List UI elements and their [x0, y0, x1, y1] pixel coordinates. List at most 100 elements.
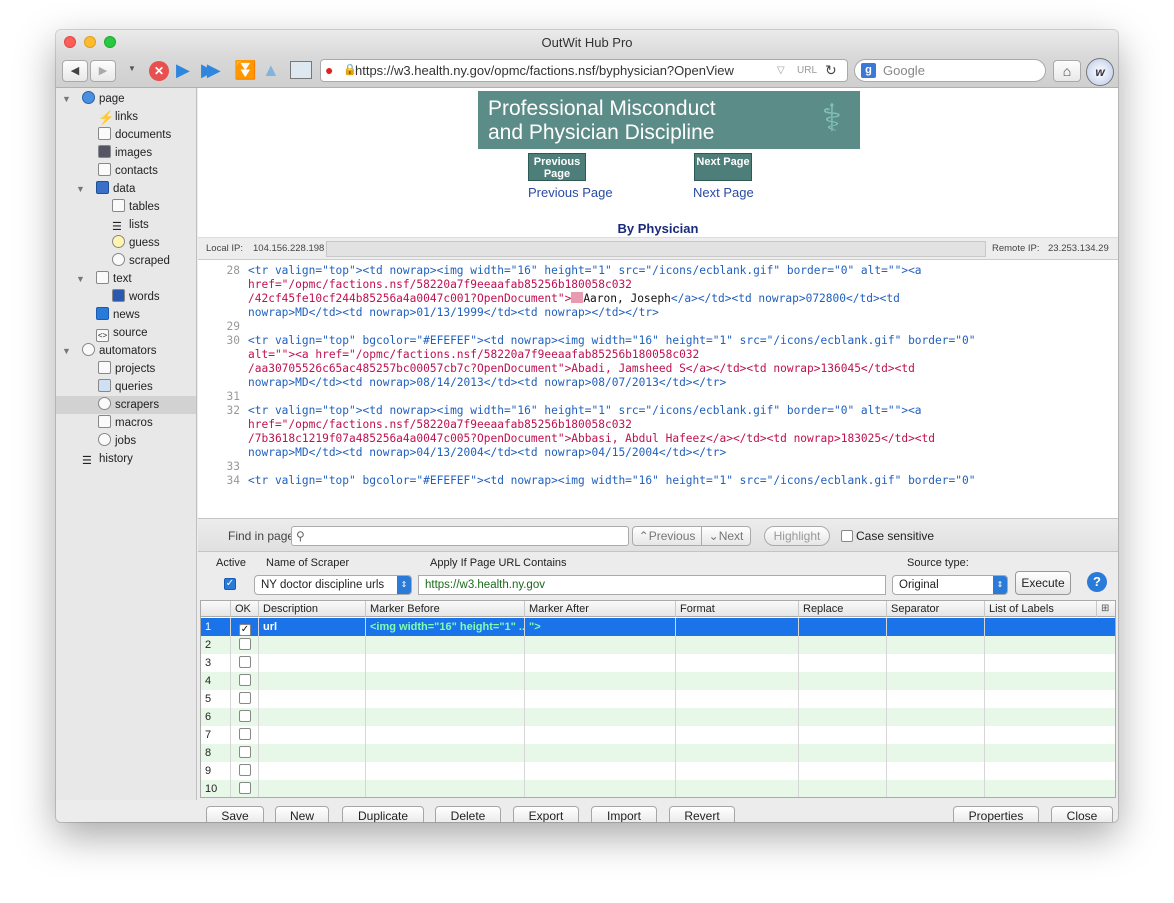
grid-cell[interactable]	[887, 780, 985, 797]
column-header[interactable]	[201, 601, 231, 617]
sidebar-item-news[interactable]: news	[96, 306, 140, 324]
grid-cell[interactable]	[799, 744, 887, 762]
description-cell[interactable]	[259, 780, 366, 797]
column-header[interactable]: Description	[259, 601, 366, 617]
sidebar-item-history[interactable]: ☰ history	[82, 450, 133, 468]
ok-cell[interactable]: ✓	[231, 618, 259, 636]
url-text[interactable]: https://w3.health.ny.gov/opmc/factions.n…	[355, 60, 734, 81]
find-input[interactable]: ⚲	[291, 526, 629, 546]
outwit-logo-icon[interactable]: w	[1086, 58, 1114, 86]
column-header[interactable]: Separator	[887, 601, 985, 617]
sidebar-item-page[interactable]: page	[82, 90, 125, 108]
marker-after-cell[interactable]	[525, 690, 676, 708]
marker-before-cell[interactable]	[366, 708, 525, 726]
description-cell[interactable]	[259, 744, 366, 762]
ok-checkbox[interactable]	[239, 692, 251, 704]
marker-after-cell[interactable]	[525, 726, 676, 744]
sidebar-item-data[interactable]: data	[96, 180, 135, 198]
marker-before-cell[interactable]	[366, 762, 525, 780]
sidebar-item-scraped[interactable]: scraped	[112, 252, 170, 270]
url-bar[interactable]: ● 🔒 https://w3.health.ny.gov/opmc/factio…	[320, 59, 848, 82]
table-row[interactable]: 6	[201, 708, 1115, 726]
grid-cell[interactable]	[985, 726, 1115, 744]
marker-after-cell[interactable]	[525, 780, 676, 797]
grid-cell[interactable]	[887, 708, 985, 726]
grid-cell[interactable]	[676, 690, 799, 708]
table-row[interactable]: 8	[201, 744, 1115, 762]
ok-cell[interactable]	[231, 636, 259, 654]
column-header[interactable]: Replace	[799, 601, 887, 617]
row-number[interactable]: 9	[201, 762, 231, 780]
column-header[interactable]: OK	[231, 601, 259, 617]
search-bar[interactable]: g Google	[854, 59, 1046, 82]
grid-cell[interactable]	[985, 618, 1115, 636]
sidebar-item-tables[interactable]: tables	[112, 198, 160, 216]
row-number[interactable]: 5	[201, 690, 231, 708]
row-number[interactable]: 1	[201, 618, 231, 636]
column-header[interactable]: Marker After	[525, 601, 676, 617]
ok-cell[interactable]	[231, 762, 259, 780]
marker-after-cell[interactable]	[525, 744, 676, 762]
save-button[interactable]: Save	[206, 806, 264, 822]
marker-after-cell[interactable]	[525, 654, 676, 672]
ok-checkbox[interactable]	[239, 674, 251, 686]
column-header[interactable]: List of Labels	[985, 601, 1097, 617]
table-row[interactable]: 5	[201, 690, 1115, 708]
play-next-icon[interactable]: ▶▶	[201, 60, 220, 81]
table-row[interactable]: 2	[201, 636, 1115, 654]
description-cell[interactable]	[259, 708, 366, 726]
next-page-link[interactable]: Next Page	[693, 185, 754, 200]
grid-cell[interactable]	[985, 762, 1115, 780]
marker-after-cell[interactable]	[525, 708, 676, 726]
ok-cell[interactable]	[231, 744, 259, 762]
grid-cell[interactable]	[799, 654, 887, 672]
highlight-button[interactable]: Highlight	[764, 526, 830, 546]
properties-button[interactable]: Properties	[953, 806, 1039, 822]
grid-cell[interactable]	[985, 672, 1115, 690]
revert-button[interactable]: Revert	[669, 806, 735, 822]
execute-button[interactable]: Execute	[1015, 571, 1071, 595]
url-dropdown-icon[interactable]: ▽	[777, 60, 785, 81]
ok-cell[interactable]	[231, 672, 259, 690]
back-button[interactable]: ◀	[62, 60, 88, 82]
grid-cell[interactable]	[985, 636, 1115, 654]
marker-before-cell[interactable]	[366, 780, 525, 797]
grid-cell[interactable]	[887, 690, 985, 708]
grid-cell[interactable]	[985, 780, 1115, 797]
grid-cell[interactable]	[887, 654, 985, 672]
grid-cell[interactable]	[676, 780, 799, 797]
zoom-window-button[interactable]	[104, 36, 116, 48]
grid-cell[interactable]	[799, 636, 887, 654]
ok-checkbox[interactable]	[239, 764, 251, 776]
sidebar-item-links[interactable]: ⚡links	[98, 108, 138, 126]
grid-cell[interactable]	[676, 726, 799, 744]
ok-checkbox[interactable]	[239, 782, 251, 794]
ok-checkbox[interactable]	[239, 710, 251, 722]
export-button[interactable]: Export	[513, 806, 579, 822]
sidebar-item-automators[interactable]: automators	[82, 342, 157, 360]
grid-cell[interactable]	[799, 708, 887, 726]
grid-cell[interactable]	[985, 708, 1115, 726]
ok-cell[interactable]	[231, 726, 259, 744]
new-button[interactable]: New	[275, 806, 329, 822]
column-header[interactable]: Marker Before	[366, 601, 525, 617]
marker-before-cell[interactable]	[366, 672, 525, 690]
row-number[interactable]: 6	[201, 708, 231, 726]
stop-icon[interactable]: ✕	[149, 61, 169, 81]
ok-checkbox[interactable]	[239, 746, 251, 758]
grid-cell[interactable]	[676, 672, 799, 690]
sidebar-item-text[interactable]: text	[96, 270, 132, 288]
ok-cell[interactable]	[231, 708, 259, 726]
marker-after-cell[interactable]	[525, 762, 676, 780]
grid-cell[interactable]	[887, 762, 985, 780]
description-cell[interactable]	[259, 672, 366, 690]
history-dropdown-icon[interactable]: ▼	[128, 64, 136, 73]
description-cell[interactable]	[259, 690, 366, 708]
grid-cell[interactable]	[676, 654, 799, 672]
reload-icon[interactable]: ↻	[825, 60, 837, 81]
table-row[interactable]: 3	[201, 654, 1115, 672]
row-number[interactable]: 4	[201, 672, 231, 690]
marker-after-cell[interactable]: ">	[525, 618, 676, 636]
up-icon[interactable]: ▲	[262, 60, 280, 81]
ok-checkbox[interactable]	[239, 656, 251, 668]
